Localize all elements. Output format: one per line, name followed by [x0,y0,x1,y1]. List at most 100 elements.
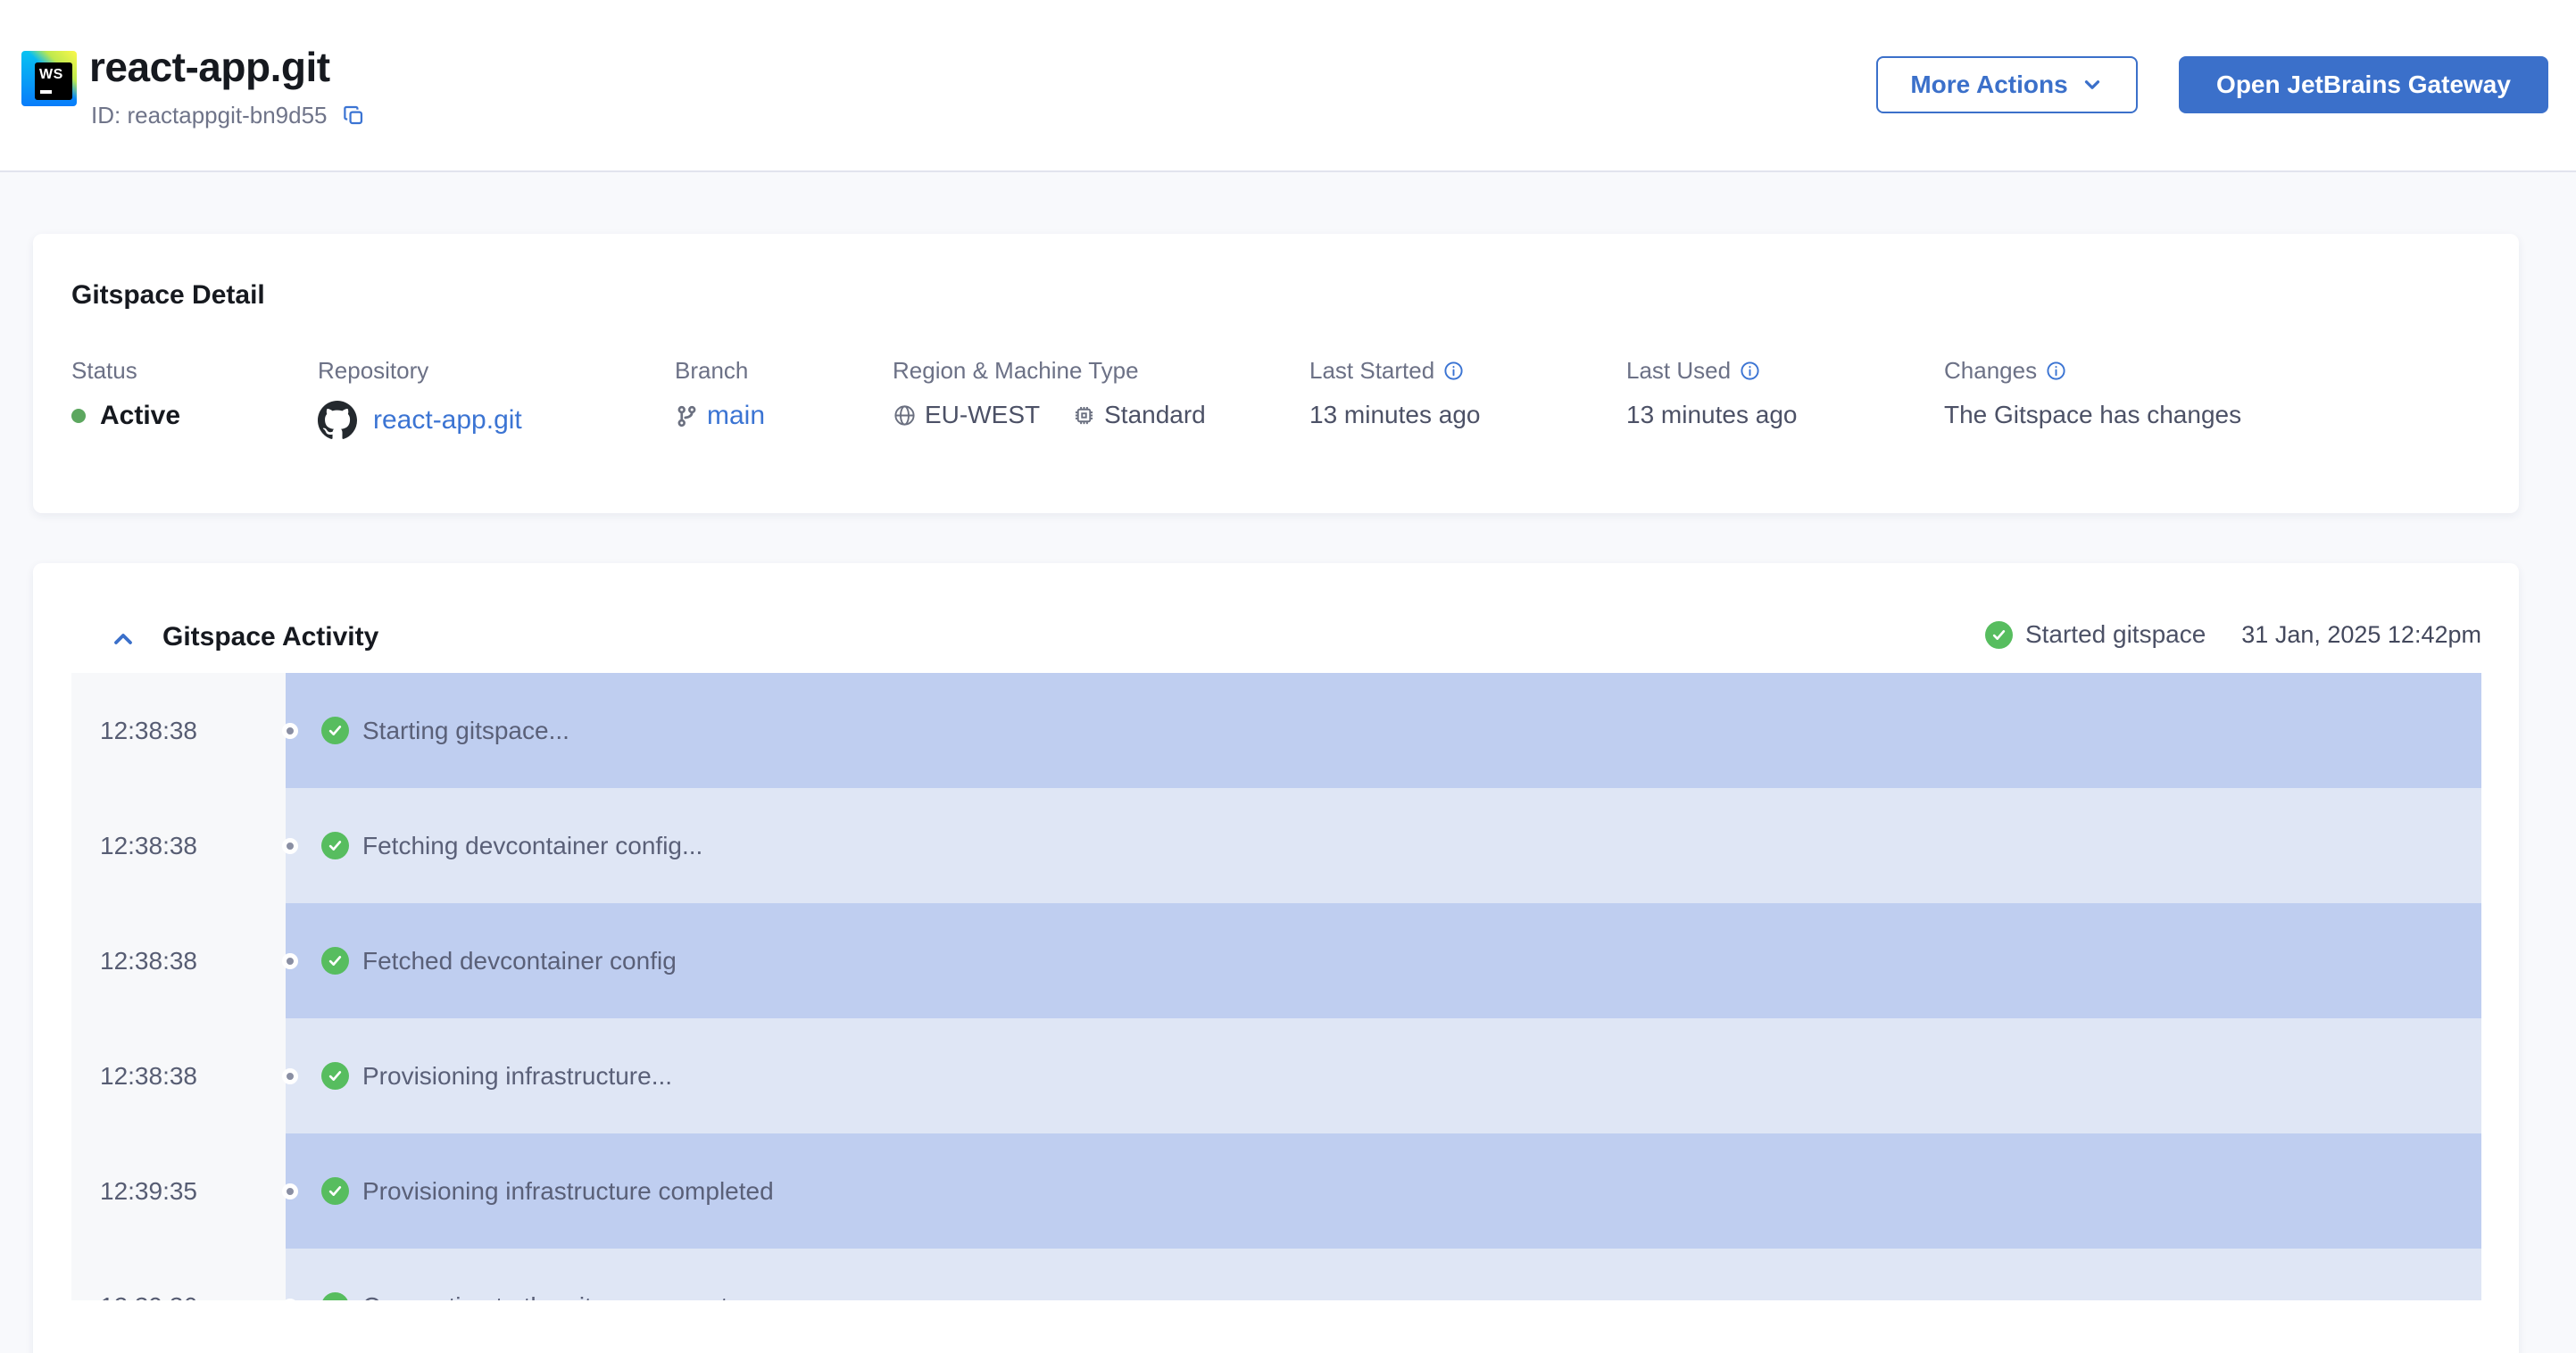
page-title: react-app.git [89,44,330,90]
log-content: Provisioning infrastructure... [286,1018,2481,1133]
branch-value-row: main [675,401,765,431]
region-machine-label: Region & Machine Type [893,357,1139,384]
detail-col-changes: Changes The Gitspace has changes [1944,357,2241,429]
log-gutter: 12:38:38 [71,788,298,903]
log-row: 12:39:35 Provisioning infrastructure com… [71,1133,2481,1249]
region-value: EU-WEST [925,401,1041,428]
changes-value: The Gitspace has changes [1944,401,2242,428]
check-circle-icon [1984,620,2013,649]
info-icon[interactable] [1443,361,1464,381]
chevron-up-icon[interactable] [109,625,137,653]
copy-icon[interactable] [342,104,366,128]
gitspace-detail-card: Gitspace Detail Status Active Repository… [33,234,2519,513]
detail-col-repository: Repository react-app.git [318,357,522,440]
log-text: Connecting to the gitspace agent [362,1292,727,1301]
activity-status-group: Started gitspace 31 Jan, 2025 12:42pm [1984,620,2481,649]
log-text: Fetched devcontainer config [362,946,677,975]
last-used-value: 13 minutes ago [1626,401,1798,428]
info-icon[interactable] [1740,361,1760,381]
detail-col-status: Status Active [71,357,180,431]
detail-col-region-machine: Region & Machine Type EU-WEST Standard [893,357,1206,429]
status-value: Active [100,401,181,430]
log-time: 12:38:38 [100,946,197,975]
log-text: Provisioning infrastructure... [362,1061,673,1090]
log-row: 12:38:38 Fetching devcontainer config... [71,788,2481,903]
check-circle-icon [321,1292,349,1300]
gitspace-activity-card: Gitspace Activity Started gitspace 31 Ja… [33,563,2519,1353]
repository-value-row: react-app.git [318,401,522,440]
log-content: Fetching devcontainer config... [286,788,2481,903]
status-label: Status [71,357,137,384]
log-text: Starting gitspace... [362,716,569,744]
status-value-row: Active [71,401,180,431]
changes-label: Changes [1944,357,2038,384]
log-gutter: 12:39:36 [71,1249,298,1301]
log-gutter: 12:38:38 [71,1018,298,1133]
timeline-dot-icon [282,952,298,969]
log-row: 12:39:36 Connecting to the gitspace agen… [71,1249,2481,1300]
gitspace-detail-heading: Gitspace Detail [71,280,265,310]
log-content: Starting gitspace... [286,673,2481,788]
log-time: 12:39:35 [100,1176,197,1205]
check-circle-icon [321,717,349,744]
gitspace-id-row: ID: reactappgit-bn9d55 [91,102,366,129]
check-circle-icon [321,1062,349,1090]
timeline-dot-icon [282,837,298,854]
log-content: Fetched devcontainer config [286,903,2481,1018]
last-used-label: Last Used [1626,357,1732,384]
timeline-dot-icon [282,1067,298,1084]
log-gutter: 12:38:38 [71,903,298,1018]
more-actions-label: More Actions [1910,71,2068,98]
log-gutter: 12:38:38 [71,673,298,788]
log-time: 12:38:38 [100,716,197,744]
info-icon[interactable] [2046,361,2066,381]
machine-group: Standard [1072,401,1206,429]
log-text: Fetching devcontainer config... [362,831,703,859]
status-dot-icon [71,409,86,423]
webstorm-logo-icon: WS [21,51,77,106]
page-header: WS react-app.git ID: reactappgit-bn9d55 … [0,0,2576,172]
github-icon [318,401,357,440]
chevron-down-icon [2081,73,2104,96]
activity-status-text: Started gitspace [2024,620,2206,648]
cpu-icon [1072,403,1096,427]
git-branch-icon [675,404,699,428]
log-row: 12:38:38 Provisioning infrastructure... [71,1018,2481,1133]
more-actions-button[interactable]: More Actions [1876,56,2138,113]
timeline-dot-icon [282,1183,298,1199]
detail-col-branch: Branch main [675,357,765,431]
log-text: Provisioning infrastructure completed [362,1176,774,1205]
check-circle-icon [321,832,349,859]
branch-label: Branch [675,357,749,384]
gitspace-id-label: ID: reactappgit-bn9d55 [91,102,328,129]
log-time: 12:39:36 [100,1292,197,1301]
last-started-value: 13 minutes ago [1309,401,1481,428]
log-time: 12:38:38 [100,1061,197,1090]
open-gateway-label: Open JetBrains Gateway [2216,71,2511,98]
activity-timestamp: 31 Jan, 2025 12:42pm [2241,620,2481,648]
activity-log[interactable]: 12:38:38 Starting gitspace... 12:38:38 F… [71,673,2481,1300]
last-started-label: Last Started [1309,357,1435,384]
open-jetbrains-gateway-button[interactable]: Open JetBrains Gateway [2179,56,2548,113]
branch-link[interactable]: main [707,401,765,431]
detail-col-last-started: Last Started 13 minutes ago [1309,357,1480,429]
log-content: Connecting to the gitspace agent [286,1249,2481,1300]
webstorm-logo-text: WS [39,67,63,82]
timeline-dot-icon [282,722,298,739]
region-machine-value-row: EU-WEST Standard [893,401,1206,429]
webstorm-logo-underscore [40,90,52,94]
log-row: 12:38:38 Starting gitspace... [71,673,2481,788]
gitspace-activity-heading: Gitspace Activity [162,622,379,652]
log-content: Provisioning infrastructure completed [286,1133,2481,1249]
webstorm-logo-inner: WS [35,62,72,100]
log-gutter: 12:39:35 [71,1133,298,1249]
check-circle-icon [321,947,349,975]
repository-link[interactable]: react-app.git [373,405,522,436]
log-time: 12:38:38 [100,831,197,859]
check-circle-icon [321,1177,349,1205]
repository-label: Repository [318,357,429,384]
detail-col-last-used: Last Used 13 minutes ago [1626,357,1797,429]
globe-icon [893,403,917,427]
machine-type-value: Standard [1104,401,1206,428]
log-row: 12:38:38 Fetched devcontainer config [71,903,2481,1018]
